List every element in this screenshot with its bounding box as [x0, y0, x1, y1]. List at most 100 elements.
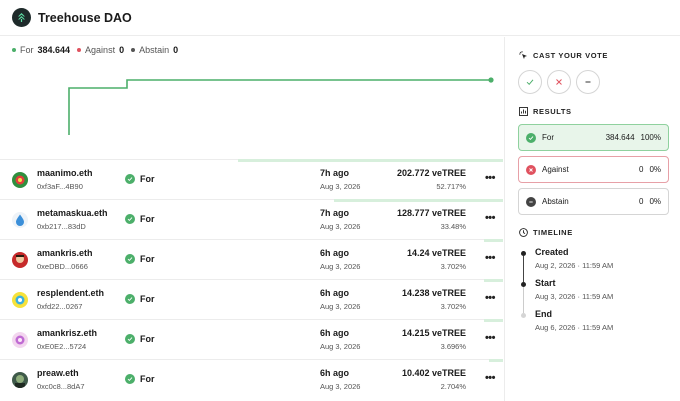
more-options-icon[interactable]: ••• [485, 172, 496, 184]
voting-power-percent: 2.704% [440, 382, 466, 391]
voter-name[interactable]: maanimo.eth [37, 168, 93, 178]
result-abstain-value: 0 [638, 197, 644, 206]
timeline-start-dot [521, 282, 526, 287]
vote-date: Aug 3, 2026 [320, 182, 361, 191]
vote-date: Aug 3, 2026 [320, 262, 361, 271]
voter-name[interactable]: metamaskua.eth [37, 208, 108, 218]
check-circle-icon [125, 334, 135, 344]
vote-share-bar [484, 239, 503, 242]
more-options-icon[interactable]: ••• [485, 372, 496, 384]
avatar[interactable] [12, 252, 28, 268]
vote-progress-chart [68, 77, 494, 135]
vote-row[interactable]: amankrisz.eth 0xE0E2...5724 For 6h ago Aug 3… [0, 319, 503, 359]
dao-title[interactable]: Treehouse DAO [38, 11, 132, 25]
result-abstain[interactable]: Abstain 0 0% [518, 188, 669, 215]
check-circle-icon [526, 132, 536, 143]
timeline-start-label: Start [535, 278, 556, 288]
tally-abstain-value: 0 [173, 45, 179, 55]
vote-date: Aug 3, 2026 [320, 382, 361, 391]
results-title: RESULTS [533, 107, 572, 116]
vote-choice: For [125, 214, 155, 224]
tally-against: Against 0 [77, 45, 124, 55]
vote-tally: For 384.644 Against 0 Abstain 0 [12, 45, 185, 55]
vote-choice-label: For [140, 294, 155, 304]
result-against-label: Against [542, 165, 569, 174]
tally-against-label: Against [85, 45, 116, 55]
vote-row[interactable]: maanimo.eth 0xf3aF...4B90 For 7h ago Aug 3, … [0, 159, 503, 199]
vote-row[interactable]: resplendent.eth 0xfd22...0267 For 6h ago Aug… [0, 279, 503, 319]
for-votes-endpoint [488, 77, 494, 83]
result-for-percent: 100% [640, 133, 661, 142]
vote-time-ago: 6h ago [320, 288, 350, 298]
cast-vote-title: CAST YOUR VOTE [533, 51, 608, 60]
abstain-dot-icon [131, 48, 136, 52]
vote-choice: For [125, 294, 155, 304]
voting-power: 128.777 veTREE [396, 208, 466, 218]
voter-address: 0xeDBD...0666 [37, 262, 88, 271]
voting-power: 10.402 veTREE [401, 368, 466, 378]
vote-share-bar [484, 319, 503, 322]
vote-time-ago: 7h ago [320, 208, 350, 218]
check-circle-icon [125, 214, 135, 224]
tally-abstain: Abstain 0 [131, 45, 178, 55]
vote-for-button[interactable] [518, 70, 542, 94]
votes-panel: For 384.644 Against 0 Abstain 0 maanimo.… [0, 37, 503, 401]
vote-abstain-button[interactable] [576, 70, 600, 94]
vote-share-bar [489, 359, 503, 362]
result-abstain-percent: 0% [649, 197, 661, 206]
vote-choice-label: For [140, 254, 155, 264]
timeline-heading: TIMELINE [519, 228, 573, 237]
avatar[interactable] [12, 292, 28, 308]
voter-address: 0xb217...83dD [37, 222, 86, 231]
close-icon [556, 79, 562, 85]
voter-address: 0xc0c8...8dA7 [37, 382, 85, 391]
more-options-icon[interactable]: ••• [485, 332, 496, 344]
voter-name[interactable]: resplendent.eth [37, 288, 104, 298]
voting-power: 14.215 veTREE [401, 328, 466, 338]
check-icon [526, 79, 534, 86]
avatar[interactable] [12, 212, 28, 228]
cast-vote-heading: CAST YOUR VOTE [519, 51, 608, 60]
vote-choice: For [125, 374, 155, 384]
vote-row[interactable]: amankris.eth 0xeDBD...0666 For 6h ago Aug 3,… [0, 239, 503, 279]
tally-abstain-label: Abstain [139, 45, 170, 55]
avatar[interactable] [12, 332, 28, 348]
for-dot-icon [12, 48, 16, 52]
avatar[interactable] [12, 172, 28, 188]
vote-row[interactable]: preaw.eth 0xc0c8...8dA7 For 6h ago Aug 3, 20… [0, 359, 503, 399]
vote-choice: For [125, 174, 155, 184]
tally-against-value: 0 [119, 45, 125, 55]
vote-time-ago: 6h ago [320, 368, 350, 378]
result-against[interactable]: Against 0 0% [518, 156, 669, 183]
vote-against-button[interactable] [547, 70, 571, 94]
vote-choice: For [125, 254, 155, 264]
close-circle-icon [526, 164, 536, 175]
voter-name[interactable]: amankrisz.eth [37, 328, 97, 338]
timeline-line-future [523, 287, 524, 313]
timeline-start-date: Aug 3, 2026 · 11:59 AM [535, 292, 614, 301]
vote-row[interactable]: metamaskua.eth 0xb217...83dD For 7h ago Aug … [0, 199, 503, 239]
vote-time-ago: 6h ago [320, 328, 350, 338]
timeline-created-date: Aug 2, 2026 · 11:59 AM [535, 261, 614, 270]
vote-date: Aug 3, 2026 [320, 342, 361, 351]
more-options-icon[interactable]: ••• [485, 212, 496, 224]
voter-name[interactable]: preaw.eth [37, 368, 79, 378]
avatar[interactable] [12, 372, 28, 388]
voting-power-percent: 52.717% [436, 182, 466, 191]
check-circle-icon [125, 174, 135, 184]
result-for[interactable]: For 384.644 100% [518, 124, 669, 151]
timeline-created-label: Created [535, 247, 569, 257]
sidebar: CAST YOUR VOTE RESULTS For 384.644 100% … [504, 37, 680, 401]
result-for-value: 384.644 [605, 133, 635, 142]
vote-share-bar [484, 279, 503, 282]
check-circle-icon [125, 254, 135, 264]
against-dot-icon [77, 48, 82, 52]
voter-address: 0xf3aF...4B90 [37, 182, 83, 191]
voter-address: 0xfd22...0267 [37, 302, 83, 311]
more-options-icon[interactable]: ••• [485, 292, 496, 304]
vote-share-bar [334, 199, 503, 202]
more-options-icon[interactable]: ••• [485, 252, 496, 264]
voting-power-percent: 33.48% [440, 222, 466, 231]
voter-name[interactable]: amankris.eth [37, 248, 93, 258]
timeline-end-dot [521, 313, 526, 318]
